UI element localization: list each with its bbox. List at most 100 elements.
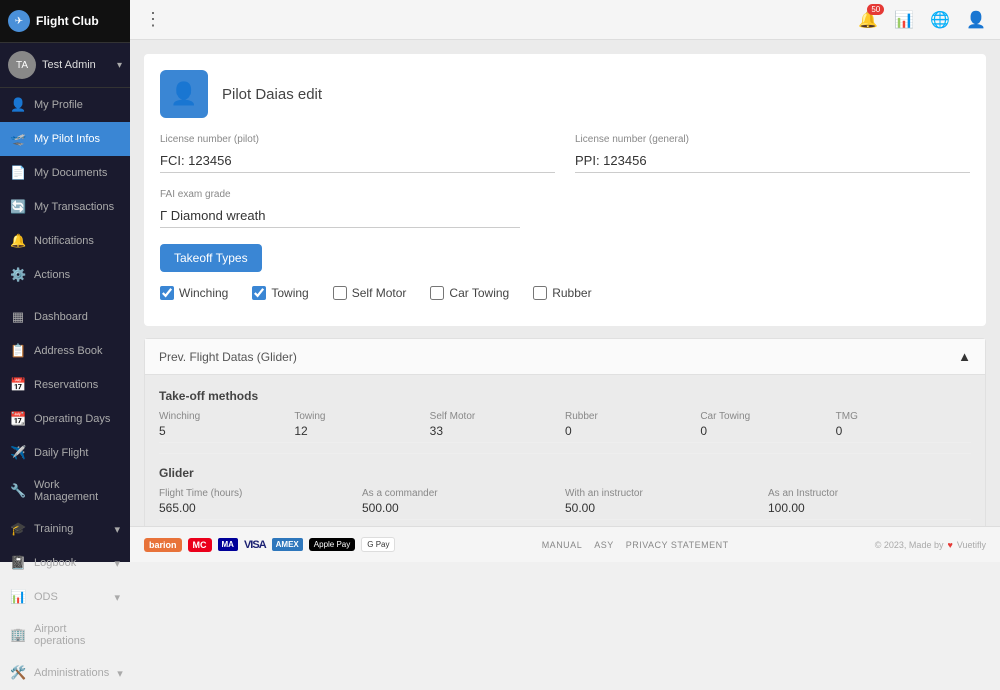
notification-icon[interactable]: 🔔 50	[858, 10, 878, 30]
rubber-label: Rubber	[552, 286, 591, 300]
operating-days-icon: 📆	[10, 411, 26, 427]
sidebar-item-my-documents[interactable]: 📄 My Documents	[0, 156, 130, 190]
sidebar-item-training[interactable]: 🎓 Training ▾	[0, 512, 130, 546]
fai-label: FAI exam grade	[160, 189, 520, 200]
sidebar-item-ods[interactable]: 📊 ODS ▾	[0, 580, 130, 614]
data-col-tmg: TMG 0	[836, 411, 971, 443]
takeoff-types-button[interactable]: Takeoff Types	[160, 244, 262, 272]
col-label: Towing	[294, 411, 429, 422]
documents-icon: 📄	[10, 165, 26, 181]
checkbox-towing[interactable]: Towing	[252, 286, 308, 300]
pilot-title: Pilot Daias edit	[222, 86, 322, 103]
main-card: 👤 Pilot Daias edit License number (pilot…	[144, 54, 986, 326]
user-icon[interactable]: 👤	[966, 10, 986, 30]
training-icon: 🎓	[10, 521, 26, 537]
sidebar-item-administrations[interactable]: 🛠️ Administrations ▾	[0, 656, 130, 690]
data-col-with-instructor: With an instructor 50.00	[565, 488, 768, 520]
sidebar-item-reservations[interactable]: 📅 Reservations	[0, 368, 130, 402]
user-name: Test Admin	[42, 59, 111, 71]
checkbox-car-towing[interactable]: Car Towing	[430, 286, 509, 300]
notification-badge: 50	[867, 4, 884, 15]
col-value: 5	[159, 424, 294, 443]
fai-select[interactable]: Γ Diamond wreath	[160, 204, 520, 228]
license-general-input[interactable]	[575, 149, 970, 173]
asy-link[interactable]: ASY	[594, 540, 614, 550]
fai-row: FAI exam grade Γ Diamond wreath	[160, 189, 520, 228]
col-label: Rubber	[565, 411, 700, 422]
applepay-logo: Apple Pay	[309, 538, 355, 551]
sidebar-label: My Profile	[34, 99, 83, 111]
mastercard-logo: MC	[188, 538, 212, 552]
sidebar-item-dashboard[interactable]: ▦ Dashboard	[0, 300, 130, 334]
admin-icon: 🛠️	[10, 665, 26, 681]
license-general-group: License number (general)	[575, 134, 970, 173]
sidebar-item-my-transactions[interactable]: 🔄 My Transactions	[0, 190, 130, 224]
prev-glider-title: Prev. Flight Datas (Glider)	[159, 350, 297, 364]
address-book-icon: 📋	[10, 343, 26, 359]
sidebar-item-my-pilot-infos[interactable]: 🛫 My Pilot Infos	[0, 122, 130, 156]
col-label: Self Motor	[430, 411, 565, 422]
sidebar-label: Logbook	[34, 557, 76, 569]
sidebar-item-daily-flight[interactable]: ✈️ Daily Flight	[0, 436, 130, 470]
content-area: 👤 Pilot Daias edit License number (pilot…	[130, 40, 1000, 526]
reports-icon[interactable]: 📊	[894, 10, 914, 30]
sidebar-label: ODS	[34, 591, 58, 603]
data-col-car-towing: Car Towing 0	[700, 411, 835, 443]
chevron-right-icon: ▾	[114, 591, 120, 604]
bottombar: barion MC MA VISA AMEX Apple Pay G Pay M…	[130, 526, 1000, 562]
data-col-towing: Towing 12	[294, 411, 429, 443]
col-label: As an Instructor	[768, 488, 971, 499]
license-pilot-label: License number (pilot)	[160, 134, 555, 145]
sidebar-item-my-profile[interactable]: 👤 My Profile	[0, 88, 130, 122]
sidebar-item-actions[interactable]: ⚙️ Actions	[0, 258, 130, 292]
data-col-as-instructor: As an Instructor 100.00	[768, 488, 971, 520]
winching-label: Winching	[179, 286, 228, 300]
reservations-icon: 📅	[10, 377, 26, 393]
data-col-winching: Winching 5	[159, 411, 294, 443]
col-label: As a commander	[362, 488, 565, 499]
col-label: Flight Time (hours)	[159, 488, 362, 499]
sidebar-item-logbook[interactable]: 📓 Logbook ▾	[0, 546, 130, 580]
sidebar-label: Administrations	[34, 667, 109, 679]
col-label: TMG	[836, 411, 971, 422]
topbar-menu-dots[interactable]: ⋮	[144, 9, 162, 30]
payment-logos: barion MC MA VISA AMEX Apple Pay G Pay	[144, 537, 395, 552]
globe-icon[interactable]: 🌐	[930, 10, 950, 30]
col-value: 0	[700, 424, 835, 443]
col-value: 33	[430, 424, 565, 443]
ods-icon: 📊	[10, 589, 26, 605]
prev-glider-header[interactable]: Prev. Flight Datas (Glider) ▲	[145, 339, 985, 375]
checkbox-rubber[interactable]: Rubber	[533, 286, 591, 300]
sidebar-item-address-book[interactable]: 📋 Address Book	[0, 334, 130, 368]
actions-icon: ⚙️	[10, 267, 26, 283]
user-section[interactable]: TA Test Admin ▾	[0, 43, 130, 88]
col-label: Car Towing	[700, 411, 835, 422]
sidebar-label: Operating Days	[34, 413, 110, 425]
bottombar-links: MANUAL ASY PRIVACY STATEMENT	[542, 540, 729, 550]
chevron-right-icon: ▾	[117, 667, 123, 680]
collapse-icon: ▲	[958, 349, 971, 364]
sidebar: ✈ Flight Club TA Test Admin ▾ 👤 My Profi…	[0, 0, 130, 562]
license-row: License number (pilot) License number (g…	[160, 134, 970, 173]
sidebar-item-airport-operations[interactable]: 🏢 Airport operations	[0, 614, 130, 656]
sidebar-label: My Transactions	[34, 201, 114, 213]
logo-icon: ✈	[8, 10, 30, 32]
prev-glider-body: Take-off methods Winching 5 Towing 12 Se…	[145, 375, 985, 526]
sidebar-item-notifications[interactable]: 🔔 Notifications	[0, 224, 130, 258]
daily-flight-icon: ✈️	[10, 445, 26, 461]
sidebar-item-operating-days[interactable]: 📆 Operating Days	[0, 402, 130, 436]
privacy-link[interactable]: PRIVACY STATEMENT	[626, 540, 729, 550]
takeoff-subtitle: Take-off methods	[159, 389, 971, 403]
checkbox-self-motor[interactable]: Self Motor	[333, 286, 407, 300]
license-pilot-input[interactable]	[160, 149, 555, 173]
col-value: 100.00	[768, 501, 971, 520]
sidebar-label: Daily Flight	[34, 447, 88, 459]
manual-link[interactable]: MANUAL	[542, 540, 583, 550]
logbook-icon: 📓	[10, 555, 26, 571]
sidebar-label: My Pilot Infos	[34, 133, 100, 145]
brand-name: Flight Club	[36, 14, 99, 28]
checkbox-winching[interactable]: Winching	[160, 286, 228, 300]
airport-icon: 🏢	[10, 627, 26, 643]
transactions-icon: 🔄	[10, 199, 26, 215]
sidebar-item-work-management[interactable]: 🔧 Work Management	[0, 470, 130, 512]
